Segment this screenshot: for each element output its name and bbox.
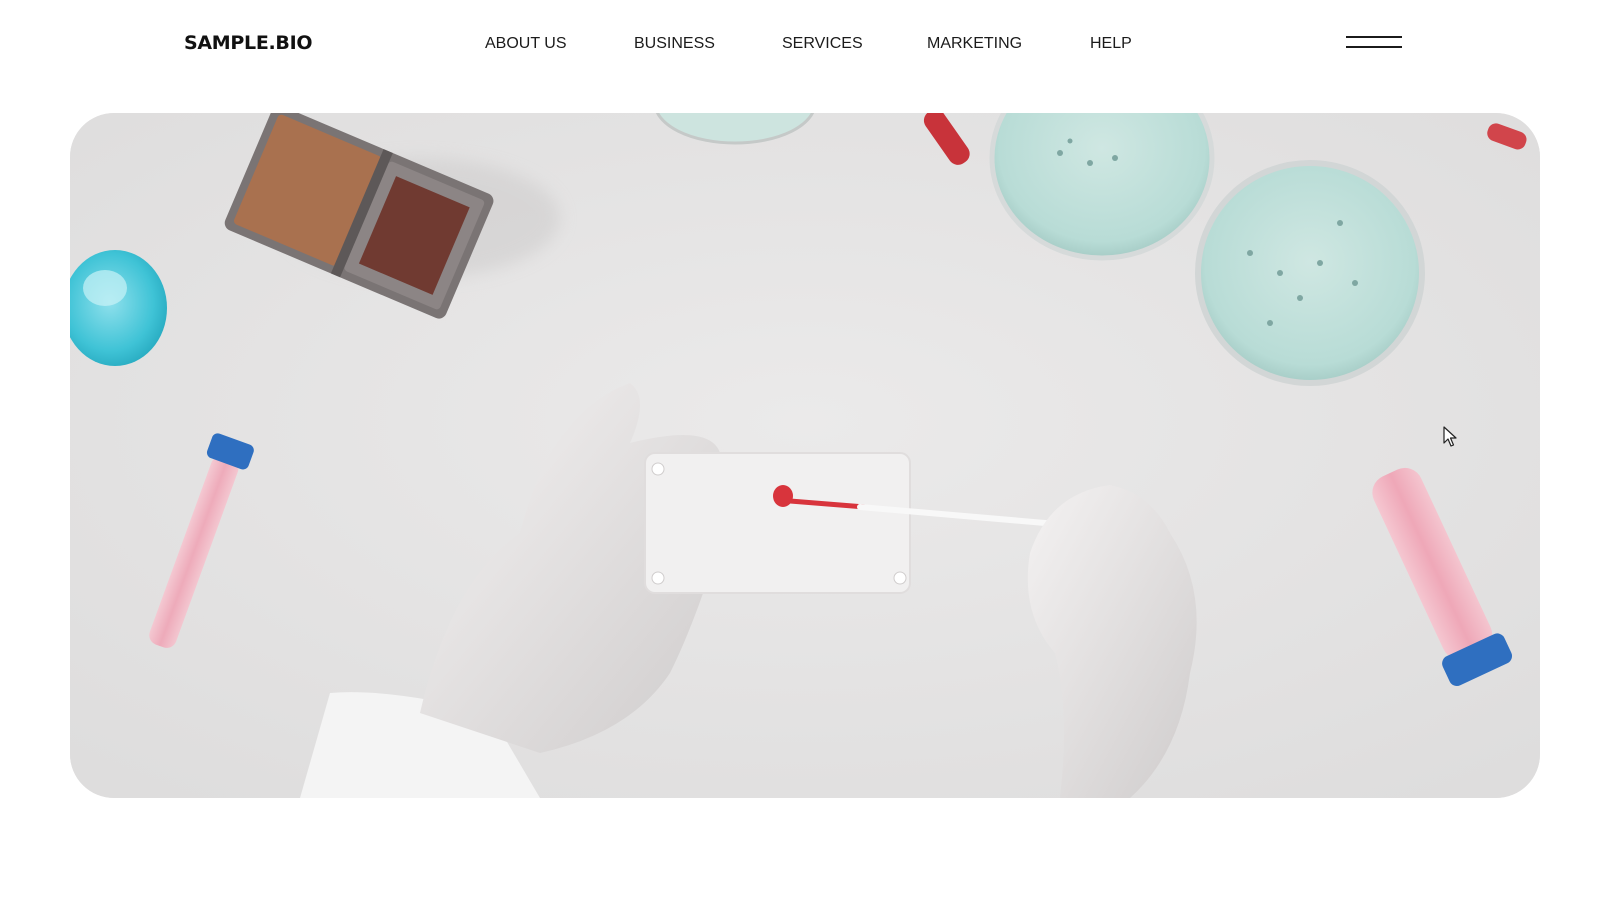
site-header: SAMPLE.BIO ABOUT US BUSINESS SERVICES MA… <box>0 0 1600 90</box>
nav-item-help[interactable]: HELP <box>1090 35 1132 53</box>
nav-item-services[interactable]: SERVICES <box>782 35 863 53</box>
mouse-cursor-icon <box>1443 426 1457 447</box>
nav-item-business[interactable]: BUSINESS <box>634 35 715 53</box>
test-slide <box>644 452 911 594</box>
hero-image <box>70 113 1540 798</box>
nav-item-about-us[interactable]: ABOUT US <box>485 35 567 53</box>
hamburger-menu-icon[interactable] <box>1346 30 1402 54</box>
petri-dish-right <box>1195 160 1425 386</box>
nav-item-marketing[interactable]: MARKETING <box>927 35 1022 53</box>
